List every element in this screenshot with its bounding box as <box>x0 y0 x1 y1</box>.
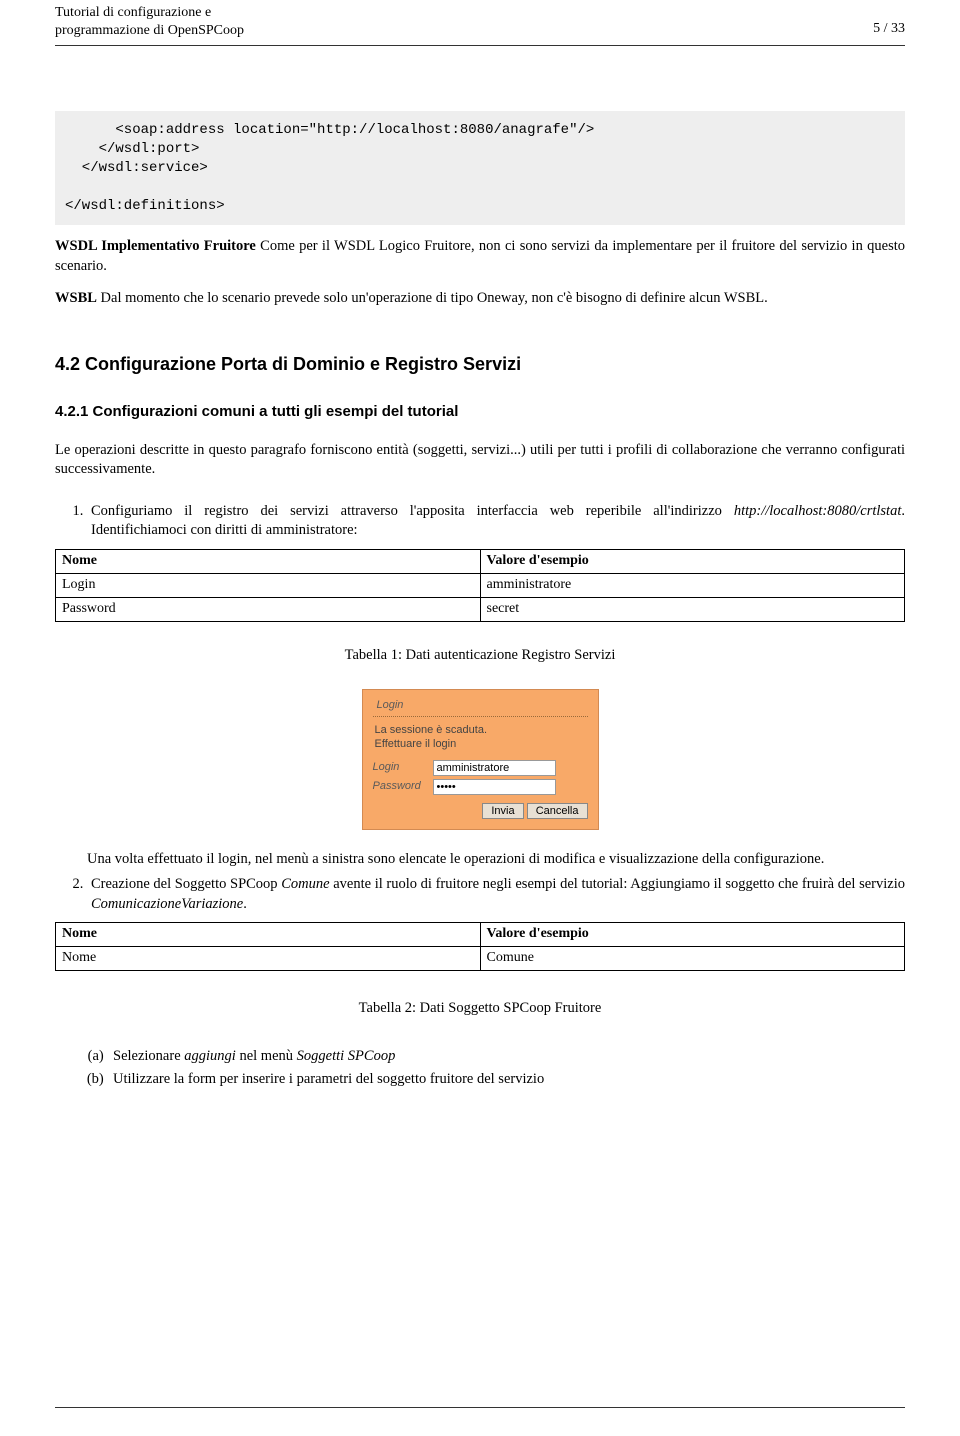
text-wsbl: Dal momento che lo scenario prevede solo… <box>97 290 768 306</box>
login-row-user: Login <box>373 760 588 776</box>
login-message: La sessione è scaduta. Effettuare il log… <box>373 723 588 760</box>
label-wsdl-fruitore: WSDL Implementativo Fruitore <box>55 238 256 254</box>
table-cell: Login <box>56 573 481 597</box>
step2-italic2: ComunicazioneVariazione <box>91 896 243 912</box>
paragraph-after-login: Una volta effettuato il login, nel menù … <box>87 850 905 870</box>
table-row: Nome Comune <box>56 947 905 971</box>
table-header-cell: Nome <box>56 549 481 573</box>
section-4-2: 4.2 Configurazione Porta di Dominio e Re… <box>55 352 905 376</box>
login-cancel-button[interactable]: Cancella <box>527 803 588 819</box>
table-row: Password secret <box>56 597 905 621</box>
table-soggetto-data: Nome Valore d'esempio Nome Comune <box>55 922 905 971</box>
doc-title: Tutorial di configurazione e programmazi… <box>55 4 244 39</box>
doc-title-line2: programmazione di OpenSPCoop <box>55 23 244 38</box>
table-cell: Comune <box>480 947 905 971</box>
table-cell: amministratore <box>480 573 905 597</box>
sub-a-i1: aggiungi <box>184 1048 236 1064</box>
paragraph-wsdl-fruitore: WSDL Implementativo Fruitore Come per il… <box>55 237 905 276</box>
sub-a-2: nel menù <box>236 1048 297 1064</box>
sub-a-1: Selezionare <box>113 1048 184 1064</box>
paragraph-wsbl: WSBL Dal momento che lo scenario prevede… <box>55 289 905 309</box>
login-submit-button[interactable]: Invia <box>482 803 523 819</box>
login-title: Login <box>373 696 588 717</box>
login-msg-line1: La sessione è scaduta. <box>375 724 488 736</box>
list-item-1: Configuriamo il registro dei servizi att… <box>87 502 905 541</box>
table-auth-data: Nome Valore d'esempio Login amministrato… <box>55 549 905 622</box>
footer-rule <box>55 1407 905 1408</box>
login-msg-line2: Effettuare il login <box>375 738 457 750</box>
login-widget: Login La sessione è scaduta. Effettuare … <box>362 689 599 829</box>
list-item-2: Creazione del Soggetto SPCoop Comune ave… <box>87 875 905 914</box>
section-4-2-1: 4.2.1 Configurazioni comuni a tutti gli … <box>55 402 905 422</box>
table-cell: secret <box>480 597 905 621</box>
step2-text-a: Creazione del Soggetto SPCoop <box>91 876 281 892</box>
sub-a-i2: Soggetti SPCoop <box>297 1048 396 1064</box>
login-row-password: Password <box>373 779 588 795</box>
table-row: Login amministratore <box>56 573 905 597</box>
page-header: Tutorial di configurazione e programmazi… <box>55 0 905 46</box>
table1-caption: Tabella 1: Dati autenticazione Registro … <box>55 646 905 666</box>
paragraph-intro: Le operazioni descritte in questo paragr… <box>55 441 905 480</box>
table-row: Nome Valore d'esempio <box>56 923 905 947</box>
table-header-cell: Valore d'esempio <box>480 549 905 573</box>
login-input-password[interactable] <box>433 779 556 795</box>
table-cell: Nome <box>56 947 481 971</box>
label-wsbl: WSBL <box>55 290 97 306</box>
table-header-cell: Valore d'esempio <box>480 923 905 947</box>
table-header-cell: Nome <box>56 923 481 947</box>
sub-item-b: Utilizzare la form per inserire i parame… <box>111 1070 905 1090</box>
login-input-user[interactable] <box>433 760 556 776</box>
code-block-wsdl: <soap:address location="http://localhost… <box>55 111 905 225</box>
step1-text-a: Configuriamo il registro dei servizi att… <box>91 503 734 519</box>
login-buttons: Invia Cancella <box>373 803 588 819</box>
login-label-password: Password <box>373 779 433 794</box>
table-cell: Password <box>56 597 481 621</box>
step2-italic1: Comune <box>281 876 329 892</box>
doc-title-line1: Tutorial di configurazione e <box>55 5 211 20</box>
step2-text-b: avente il ruolo di fruitore negli esempi… <box>330 876 905 892</box>
login-label-user: Login <box>373 760 433 775</box>
step1-url: http://localhost:8080/crtlstat <box>734 503 902 519</box>
table2-caption: Tabella 2: Dati Soggetto SPCoop Fruitore <box>55 999 905 1019</box>
page-number: 5 / 33 <box>873 20 905 39</box>
step2-text-c: . <box>243 896 247 912</box>
table-row: Nome Valore d'esempio <box>56 549 905 573</box>
sub-item-a: Selezionare aggiungi nel menù Soggetti S… <box>111 1047 905 1067</box>
